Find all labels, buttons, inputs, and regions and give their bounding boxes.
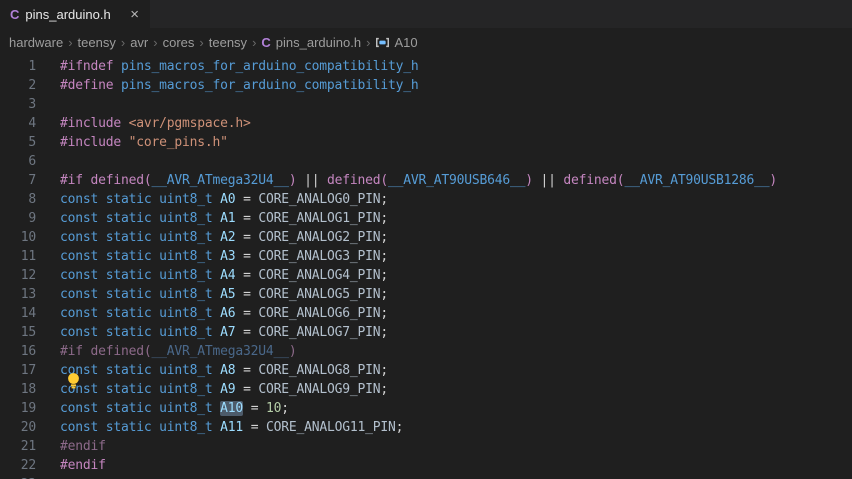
breadcrumb-item-avr[interactable]: avr bbox=[130, 35, 148, 50]
breadcrumb-item-file[interactable]: Cpins_arduino.h bbox=[261, 35, 361, 50]
c-file-icon: C bbox=[10, 6, 20, 22]
line-number[interactable]: 15 bbox=[0, 323, 36, 342]
code-text: #ifndef pins_macros_for_arduino_compatib… bbox=[60, 59, 419, 74]
breadcrumb-item-teensy2[interactable]: teensy bbox=[209, 35, 247, 50]
code-text: #endif bbox=[60, 439, 106, 454]
line-number[interactable]: 12 bbox=[0, 266, 36, 285]
code-text: const static uint8_t A8 = CORE_ANALOG8_P… bbox=[60, 363, 388, 378]
lightbulb-icon[interactable] bbox=[66, 372, 81, 389]
chevron-right-icon: › bbox=[252, 35, 257, 50]
code-text: #if defined(__AVR_ATmega32U4__) bbox=[60, 344, 297, 359]
chevron-right-icon: › bbox=[199, 35, 204, 50]
line-number[interactable]: 1 bbox=[0, 57, 36, 76]
code-text: const static uint8_t A4 = CORE_ANALOG4_P… bbox=[60, 268, 388, 283]
line-number[interactable]: 18 bbox=[0, 380, 36, 399]
code-text: const static uint8_t A2 = CORE_ANALOG2_P… bbox=[60, 230, 388, 245]
code-line[interactable]: 2 #define pins_macros_for_arduino_compati… bbox=[0, 76, 852, 95]
line-number[interactable]: 9 bbox=[0, 209, 36, 228]
code-line[interactable]: 10 const static uint8_t A2 = CORE_ANALOG2… bbox=[0, 228, 852, 247]
line-number[interactable]: 16 bbox=[0, 342, 36, 361]
close-icon[interactable]: × bbox=[127, 6, 142, 23]
code-line[interactable]: 15 const static uint8_t A7 = CORE_ANALOG7… bbox=[0, 323, 852, 342]
line-number[interactable]: 8 bbox=[0, 190, 36, 209]
code-line[interactable]: 1 #ifndef pins_macros_for_arduino_compati… bbox=[0, 57, 852, 76]
symbol-variable-icon bbox=[376, 37, 390, 48]
breadcrumb-symbol-label: A10 bbox=[394, 35, 418, 50]
code-text: #if defined(__AVR_ATmega32U4__) || defin… bbox=[60, 173, 777, 188]
code-line[interactable]: 7 #if defined(__AVR_ATmega32U4__) || defi… bbox=[0, 171, 852, 190]
code-text: const static uint8_t A7 = CORE_ANALOG7_P… bbox=[60, 325, 388, 340]
chevron-right-icon: › bbox=[366, 35, 371, 50]
breadcrumb-item-cores[interactable]: cores bbox=[163, 35, 195, 50]
breadcrumb-file-label: pins_arduino.h bbox=[275, 35, 362, 50]
code-line[interactable]: 14 const static uint8_t A6 = CORE_ANALOG6… bbox=[0, 304, 852, 323]
code-editor[interactable]: 1 #ifndef pins_macros_for_arduino_compati… bbox=[0, 57, 852, 479]
code-line[interactable]: 23 bbox=[0, 475, 852, 479]
line-number[interactable]: 3 bbox=[0, 95, 36, 114]
line-number[interactable]: 20 bbox=[0, 418, 36, 437]
tab-title: pins_arduino.h bbox=[25, 6, 111, 22]
code-line[interactable]: 6 bbox=[0, 152, 852, 171]
line-number[interactable]: 6 bbox=[0, 152, 36, 171]
code-text: const static uint8_t A3 = CORE_ANALOG3_P… bbox=[60, 249, 388, 264]
tab-bar: C pins_arduino.h × bbox=[0, 0, 852, 28]
code-line[interactable]: 16 #if defined(__AVR_ATmega32U4__) bbox=[0, 342, 852, 361]
line-number[interactable]: 19 bbox=[0, 399, 36, 418]
line-number[interactable]: 11 bbox=[0, 247, 36, 266]
code-text: #include <avr/pgmspace.h> bbox=[60, 116, 251, 131]
code-line[interactable]: 8 const static uint8_t A0 = CORE_ANALOG0_… bbox=[0, 190, 852, 209]
code-text: #include "core_pins.h" bbox=[60, 135, 228, 150]
code-line[interactable]: 13 const static uint8_t A5 = CORE_ANALOG5… bbox=[0, 285, 852, 304]
code-text: const static uint8_t A0 = CORE_ANALOG0_P… bbox=[60, 192, 388, 207]
code-line[interactable]: 9 const static uint8_t A1 = CORE_ANALOG1_… bbox=[0, 209, 852, 228]
code-lines: 1 #ifndef pins_macros_for_arduino_compati… bbox=[0, 57, 852, 479]
code-text: const static uint8_t A11 = CORE_ANALOG11… bbox=[60, 420, 404, 435]
tab-pins-arduino[interactable]: C pins_arduino.h × bbox=[0, 0, 150, 28]
chevron-right-icon: › bbox=[153, 35, 158, 50]
breadcrumb-item-hardware[interactable]: hardware bbox=[9, 35, 63, 50]
line-number[interactable]: 5 bbox=[0, 133, 36, 152]
code-line[interactable]: 20 const static uint8_t A11 = CORE_ANALOG… bbox=[0, 418, 852, 437]
chevron-right-icon: › bbox=[120, 35, 126, 50]
code-text: const static uint8_t A9 = CORE_ANALOG9_P… bbox=[60, 382, 388, 397]
line-number[interactable]: 4 bbox=[0, 114, 36, 133]
breadcrumb-item-symbol[interactable]: A10 bbox=[375, 35, 418, 50]
line-number[interactable]: 14 bbox=[0, 304, 36, 323]
code-line[interactable]: 22 #endif bbox=[0, 456, 852, 475]
line-number[interactable]: 2 bbox=[0, 76, 36, 95]
code-text: const static uint8_t A1 = CORE_ANALOG1_P… bbox=[60, 211, 388, 226]
line-number[interactable]: 10 bbox=[0, 228, 36, 247]
code-text: const static uint8_t A10 = 10; bbox=[60, 401, 289, 416]
line-number[interactable]: 23 bbox=[0, 475, 36, 479]
code-text: #endif bbox=[60, 458, 106, 473]
line-number[interactable]: 22 bbox=[0, 456, 36, 475]
line-number[interactable]: 21 bbox=[0, 437, 36, 456]
code-text: #define pins_macros_for_arduino_compatib… bbox=[60, 78, 419, 93]
code-line[interactable]: 3 bbox=[0, 95, 852, 114]
code-line[interactable]: 19 const static uint8_t A10 = 10; bbox=[0, 399, 852, 418]
code-line[interactable]: 18 const static uint8_t A9 = CORE_ANALOG9… bbox=[0, 380, 852, 399]
code-line[interactable]: 11 const static uint8_t A3 = CORE_ANALOG3… bbox=[0, 247, 852, 266]
breadcrumb: hardware › teensy › avr › cores › teensy… bbox=[0, 28, 852, 57]
code-text: const static uint8_t A6 = CORE_ANALOG6_P… bbox=[60, 306, 388, 321]
code-line[interactable]: 17 const static uint8_t A8 = CORE_ANALOG8… bbox=[0, 361, 852, 380]
breadcrumb-item-teensy[interactable]: teensy bbox=[78, 35, 116, 50]
line-number[interactable]: 7 bbox=[0, 171, 36, 190]
line-number[interactable]: 17 bbox=[0, 361, 36, 380]
code-line[interactable]: 12 const static uint8_t A4 = CORE_ANALOG4… bbox=[0, 266, 852, 285]
code-line[interactable]: 4 #include <avr/pgmspace.h> bbox=[0, 114, 852, 133]
chevron-right-icon: › bbox=[68, 35, 73, 50]
c-file-icon: C bbox=[261, 35, 271, 50]
code-line[interactable]: 5 #include "core_pins.h" bbox=[0, 133, 852, 152]
line-number[interactable]: 13 bbox=[0, 285, 36, 304]
code-text: const static uint8_t A5 = CORE_ANALOG5_P… bbox=[60, 287, 388, 302]
code-line[interactable]: 21 #endif bbox=[0, 437, 852, 456]
